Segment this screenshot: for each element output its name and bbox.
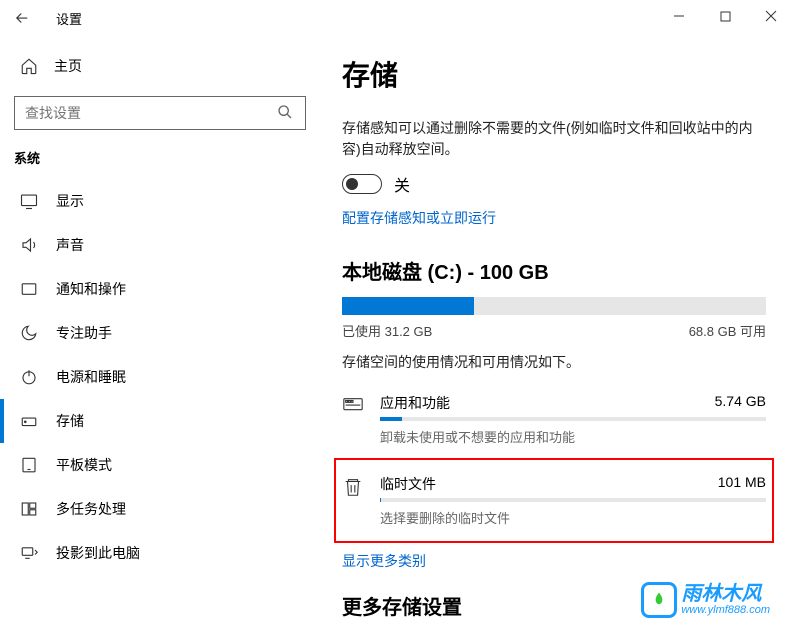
usage-description: 存储空间的使用情况和可用情况如下。 xyxy=(342,352,766,373)
trash-icon xyxy=(342,476,364,498)
toggle-label: 关 xyxy=(394,172,410,196)
disk-free-label: 68.8 GB 可用 xyxy=(689,321,766,340)
sidebar-item-sound[interactable]: 声音 xyxy=(14,223,320,267)
multitask-icon xyxy=(20,500,38,518)
sidebar-item-tablet[interactable]: 平板模式 xyxy=(14,443,320,487)
watermark-text: 雨林木风 xyxy=(681,584,770,604)
home-icon xyxy=(20,57,38,75)
minimize-button[interactable] xyxy=(656,0,702,32)
close-button[interactable] xyxy=(748,0,794,32)
home-label: 主页 xyxy=(54,56,82,76)
sidebar-item-power[interactable]: 电源和睡眠 xyxy=(14,355,320,399)
back-button[interactable] xyxy=(8,4,36,32)
item-sub: 卸载未使用或不想要的应用和功能 xyxy=(380,427,766,446)
sidebar-item-project[interactable]: 投影到此电脑 xyxy=(14,531,320,575)
configure-link[interactable]: 配置存储感知或立即运行 xyxy=(342,208,766,228)
home-link[interactable]: 主页 xyxy=(14,48,320,84)
sidebar-item-display[interactable]: 显示 xyxy=(14,179,320,223)
disk-heading: 本地磁盘 (C:) - 100 GB xyxy=(342,256,766,285)
nav-label: 电源和睡眠 xyxy=(56,367,126,387)
watermark: 雨林木风 www.ylmf888.com xyxy=(641,582,770,618)
item-sub: 选择要删除的临时文件 xyxy=(380,508,766,527)
window-title: 设置 xyxy=(56,9,82,28)
sidebar-item-focus[interactable]: 专注助手 xyxy=(14,311,320,355)
storage-item-apps[interactable]: 应用和功能 5.74 GB 卸载未使用或不想要的应用和功能 xyxy=(342,385,766,454)
nav-label: 存储 xyxy=(56,411,84,431)
search-icon xyxy=(277,104,295,122)
apps-icon xyxy=(342,395,364,417)
highlight-annotation: 临时文件 101 MB 选择要删除的临时文件 xyxy=(334,458,774,543)
show-more-link[interactable]: 显示更多类别 xyxy=(342,551,766,571)
sidebar: 主页 系统 显示 声音 通知和操作 专注助手 电源和睡眠 xyxy=(0,36,320,636)
search-box[interactable] xyxy=(14,96,306,130)
sidebar-item-multitask[interactable]: 多任务处理 xyxy=(14,487,320,531)
storage-icon xyxy=(20,412,38,430)
watermark-logo-icon xyxy=(641,582,677,618)
search-input[interactable] xyxy=(25,105,277,121)
sound-icon xyxy=(20,236,38,254)
disk-used-label: 已使用 31.2 GB xyxy=(342,321,432,340)
storage-sense-toggle[interactable] xyxy=(342,174,382,194)
item-name: 临时文件 xyxy=(380,474,436,494)
display-icon xyxy=(20,192,38,210)
watermark-url: www.ylmf888.com xyxy=(681,604,770,616)
section-label: 系统 xyxy=(14,148,320,167)
item-size: 101 MB xyxy=(718,474,766,494)
nav-label: 通知和操作 xyxy=(56,279,126,299)
nav-label: 专注助手 xyxy=(56,323,112,343)
nav-label: 声音 xyxy=(56,235,84,255)
storage-item-temp[interactable]: 临时文件 101 MB 选择要删除的临时文件 xyxy=(342,466,766,535)
notifications-icon xyxy=(20,280,38,298)
disk-usage-bar xyxy=(342,297,766,315)
power-icon xyxy=(20,368,38,386)
nav-label: 平板模式 xyxy=(56,455,112,475)
project-icon xyxy=(20,544,38,562)
nav-label: 投影到此电脑 xyxy=(56,543,140,563)
nav-label: 显示 xyxy=(56,191,84,211)
main-content: 存储 存储感知可以通过删除不需要的文件(例如临时文件和回收站中的内容)自动释放空… xyxy=(320,36,794,636)
page-title: 存储 xyxy=(342,54,766,94)
tablet-icon xyxy=(20,456,38,474)
focus-icon xyxy=(20,324,38,342)
storage-sense-description: 存储感知可以通过删除不需要的文件(例如临时文件和回收站中的内容)自动释放空间。 xyxy=(342,118,766,160)
item-size: 5.74 GB xyxy=(715,393,766,413)
sidebar-item-storage[interactable]: 存储 xyxy=(14,399,320,443)
maximize-button[interactable] xyxy=(702,0,748,32)
nav-label: 多任务处理 xyxy=(56,499,126,519)
sidebar-item-notifications[interactable]: 通知和操作 xyxy=(14,267,320,311)
item-name: 应用和功能 xyxy=(380,393,450,413)
